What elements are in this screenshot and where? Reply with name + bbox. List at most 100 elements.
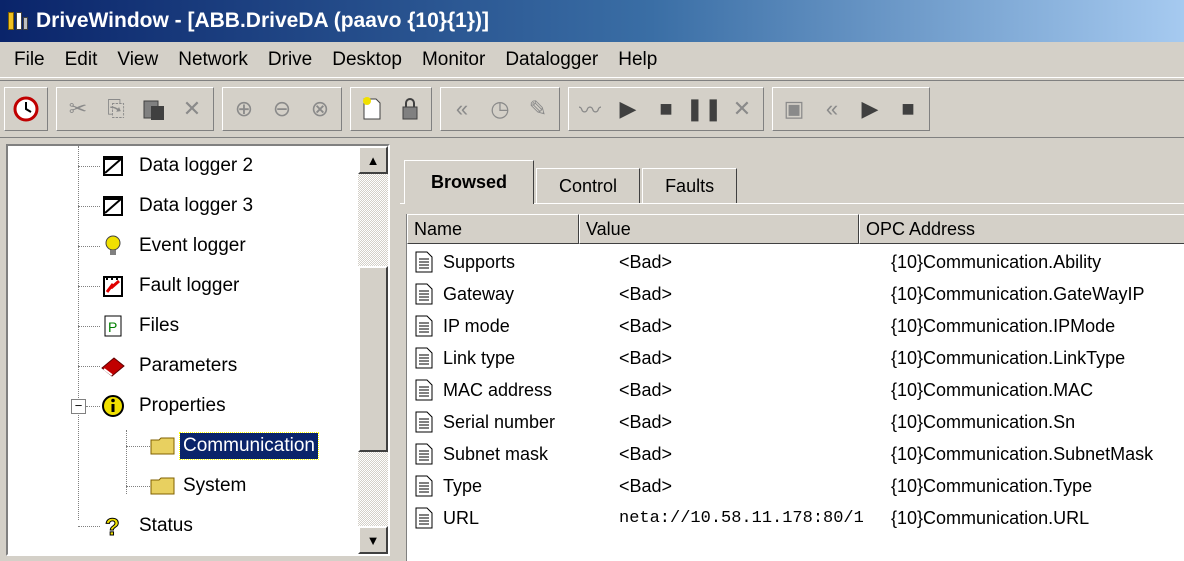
cell-value: <Bad> [619, 347, 673, 368]
navigation-tree: Data logger 2 Data logger 3 Event logger… [6, 144, 390, 556]
stop-icon[interactable]: ■ [647, 90, 685, 128]
tree-item-files[interactable]: P Files [100, 306, 182, 346]
copy-icon[interactable]: ⎘ [97, 90, 135, 128]
new-document-icon[interactable] [353, 90, 391, 128]
tree-item-status[interactable]: ? Status [100, 506, 196, 546]
table-row[interactable]: Subnet mask <Bad> {10}Communication.Subnet… [407, 438, 1153, 470]
scroll-up-icon[interactable]: ▲ [358, 146, 388, 174]
stop-2-icon[interactable]: ■ [889, 90, 927, 128]
table-row[interactable]: Supports <Bad> {10}Communication.Ability [407, 246, 1101, 278]
menu-view[interactable]: View [107, 49, 168, 71]
zoom-reset-icon[interactable]: ⊗ [301, 90, 339, 128]
cell-opc-address: {10}Communication.LinkType [891, 347, 1126, 368]
column-header-value[interactable]: Value [579, 214, 859, 244]
question-icon: ? [100, 513, 126, 540]
cell-name: Gateway [443, 283, 515, 304]
scroll-thumb[interactable] [358, 266, 388, 452]
menu-drive[interactable]: Drive [258, 49, 322, 71]
cell-opc-address: {10}Communication.URL [891, 507, 1090, 528]
menu-file[interactable]: File [4, 49, 55, 71]
tree-item-parameters[interactable]: Parameters [100, 346, 240, 386]
cell-name: Supports [443, 251, 516, 272]
column-header-opc-address[interactable]: OPC Address [859, 214, 1184, 244]
toolbar-group-edit: ✂ ⎘ ✕ [56, 87, 214, 131]
cell-name: Type [443, 475, 483, 496]
table-row[interactable]: Serial number <Bad> {10}Communication.Sn [407, 406, 1075, 438]
cell-opc-address: {10}Communication.GateWayIP [891, 283, 1145, 304]
cut-icon[interactable]: ✂ [59, 90, 97, 128]
zoom-out-icon[interactable]: ⊖ [263, 90, 301, 128]
toolbar-group-datalogger: ▣ « ▶ ■ [772, 87, 930, 131]
table-row[interactable]: Link type <Bad> {10}Communication.LinkType [407, 342, 1125, 374]
tab-control[interactable]: Control [536, 168, 641, 204]
menu-bar: File Edit View Network Drive Desktop Mon… [0, 42, 1184, 78]
cell-value: <Bad> [619, 411, 673, 432]
document-icon [415, 347, 433, 369]
info-icon [100, 393, 126, 419]
details-pane: Browsed Control Faults Name Value OPC Ad… [398, 142, 1184, 561]
menu-desktop[interactable]: Desktop [322, 49, 412, 71]
table-row[interactable]: MAC address <Bad> {10}Communication.MAC [407, 374, 1093, 406]
cell-value: <Bad> [619, 283, 673, 304]
cell-opc-address: {10}Communication.MAC [891, 379, 1094, 400]
window-icon[interactable]: ▣ [775, 90, 813, 128]
table-row[interactable]: Gateway <Bad> {10}Communication.GateWayIP [407, 278, 1144, 310]
toolbar-group-monitor: « ◷ ✎ [440, 87, 560, 131]
tree-item-fault-logger[interactable]: Fault logger [100, 266, 242, 306]
toolbar: ✂ ⎘ ✕ ⊕ ⊖ ⊗ « ◷ ✎ 〰 ▶ ■ ❚❚ ✕ ▣ « ▶ ■ [0, 80, 1184, 138]
tree-item-data-logger-2[interactable]: Data logger 2 [100, 146, 256, 186]
menu-edit[interactable]: Edit [55, 49, 108, 71]
menu-help[interactable]: Help [608, 49, 667, 71]
rewind-2-icon[interactable]: « [813, 90, 851, 128]
document-icon [415, 475, 433, 497]
clear-icon[interactable]: ✕ [723, 90, 761, 128]
edit-icon[interactable]: ✎ [519, 90, 557, 128]
table-row[interactable]: Type <Bad> {10}Communication.Type [407, 470, 1092, 502]
chart-icon[interactable]: 〰 [571, 90, 609, 128]
app-icon [6, 9, 30, 33]
menu-datalogger[interactable]: Datalogger [495, 49, 608, 71]
play-2-icon[interactable]: ▶ [851, 90, 889, 128]
tree-item-label: Fault logger [139, 275, 240, 296]
tree-item-label: Parameters [139, 355, 238, 376]
lock-icon[interactable] [391, 90, 429, 128]
zoom-in-icon[interactable]: ⊕ [225, 90, 263, 128]
table-row[interactable]: URL neta://10.58.11.178:80/1 {10}Communica… [407, 502, 1089, 534]
data-logger-icon [100, 153, 126, 179]
lightbulb-icon [100, 233, 126, 259]
document-icon [415, 283, 433, 305]
column-header-name[interactable]: Name [407, 214, 579, 244]
cell-name: URL [443, 507, 480, 528]
fault-logger-icon [100, 273, 126, 299]
tab-faults[interactable]: Faults [642, 168, 738, 204]
menu-monitor[interactable]: Monitor [412, 49, 495, 71]
pause-icon[interactable]: ❚❚ [685, 90, 723, 128]
collapse-icon[interactable]: − [71, 399, 86, 414]
document-icon [415, 411, 433, 433]
tree-item-communication[interactable]: Communication [150, 426, 319, 466]
tree-item-event-logger[interactable]: Event logger [100, 226, 249, 266]
rewind-icon[interactable]: « [443, 90, 481, 128]
tree-item-label: Properties [139, 395, 226, 416]
tree-item-system[interactable]: System [150, 466, 249, 506]
document-icon [415, 507, 433, 529]
cell-name: IP mode [443, 315, 510, 336]
clock-icon[interactable]: ◷ [481, 90, 519, 128]
tree-scrollbar[interactable]: ▲ ▼ [358, 146, 388, 554]
connect-icon[interactable] [7, 90, 45, 128]
menu-network[interactable]: Network [168, 49, 258, 71]
document-icon [415, 379, 433, 401]
play-icon[interactable]: ▶ [609, 90, 647, 128]
cell-value: <Bad> [619, 379, 673, 400]
table-row[interactable]: IP mode <Bad> {10}Communication.IPMode [407, 310, 1115, 342]
toolbar-group-logger: 〰 ▶ ■ ❚❚ ✕ [568, 87, 764, 131]
cell-name: Subnet mask [443, 443, 549, 464]
document-icon [415, 443, 433, 465]
scroll-down-icon[interactable]: ▼ [358, 526, 388, 554]
tree-item-data-logger-3[interactable]: Data logger 3 [100, 186, 256, 226]
tree-item-properties[interactable]: Properties [100, 386, 229, 426]
paste-icon[interactable] [135, 90, 173, 128]
tab-browsed[interactable]: Browsed [404, 160, 535, 204]
delete-icon[interactable]: ✕ [173, 90, 211, 128]
tree-item-label: Event logger [139, 235, 246, 256]
